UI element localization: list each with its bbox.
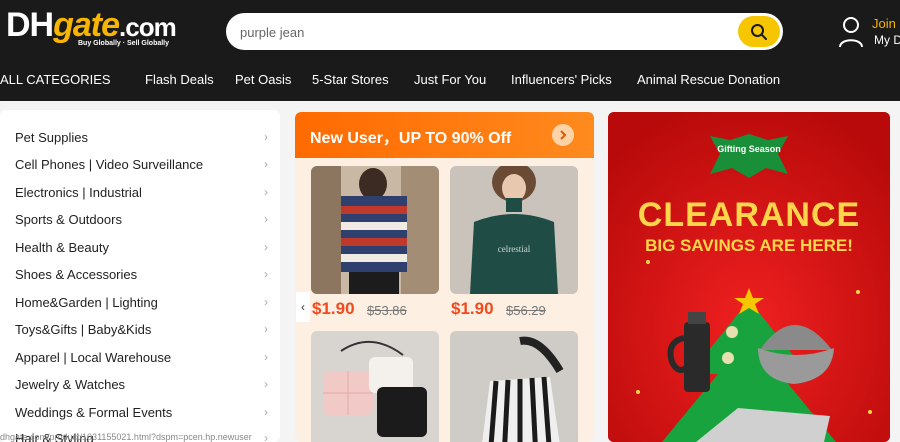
promo-header[interactable]: New User，UP TO 90% Off [295,112,594,158]
product-old-price: $53.86 [367,303,407,318]
category-item[interactable]: Shoes & Accessories › [15,267,270,289]
category-label: Electronics | Industrial [15,185,142,200]
header: DHgate.com Buy Globally · Sell Globally … [0,0,900,101]
search-button[interactable] [738,16,780,47]
carousel-prev-button[interactable]: ‹ [296,292,310,322]
clearance-subheadline: BIG SAVINGS ARE HERE! [645,236,853,255]
chevron-right-icon: › [264,130,268,144]
category-item[interactable]: Home&Garden | Lighting › [15,295,270,317]
clearance-headline: CLEARANCE [637,196,861,234]
chevron-right-icon: › [264,157,268,171]
category-item[interactable]: Weddings & Formal Events › [15,405,270,427]
search-bar [226,13,783,50]
join-link[interactable]: Join [872,16,896,31]
product-card-image[interactable] [311,166,439,294]
category-label: Apparel | Local Warehouse [15,350,172,365]
chevron-right-icon: › [264,185,268,199]
new-user-promo: New User，UP TO 90% Off ‹ $1.90 $53.86 ce… [295,112,594,442]
gifting-season-label: Gifting Season [717,144,781,154]
nav-just-for-you[interactable]: Just For You [414,72,486,87]
svg-text:celrestial: celrestial [498,244,531,254]
product-image-quilted-bags [311,331,439,442]
chevron-right-icon: › [264,212,268,226]
chevron-right-icon: › [264,267,268,281]
nav-influencers-picks[interactable]: Influencers' Picks [511,72,612,87]
account-menu[interactable]: Join My D [838,14,900,50]
category-label: Weddings & Formal Events [15,405,173,420]
chevron-right-icon: › [264,240,268,254]
category-item[interactable]: Apparel | Local Warehouse › [15,350,270,372]
nav-all-categories[interactable]: ALL CATEGORIES [0,72,111,87]
nav-pet-oasis[interactable]: Pet Oasis [235,72,291,87]
my-dhgate-link[interactable]: My D [874,33,900,47]
status-bar-url: dhgate.com/product/1031155021.html?dspm=… [0,432,252,442]
category-label: Toys&Gifts | Baby&Kids [15,322,152,337]
product-image-striped-tote [450,331,578,442]
logo-tagline: Buy Globally · Sell Globally [78,40,170,47]
category-item[interactable]: Sports & Outdoors › [15,212,270,234]
promo-title: New User，UP TO 90% Off [310,130,512,147]
category-label: Sports & Outdoors [15,212,122,227]
category-label: Cell Phones | Video Surveillance [15,157,204,172]
chevron-left-icon: ‹ [301,300,305,314]
dhgate-logo[interactable]: DHgate.com Buy Globally · Sell Globally [6,6,177,52]
chevron-right-icon: › [264,350,268,364]
category-sidebar: Pet Supplies › Cell Phones | Video Survei… [0,110,280,442]
category-label: Jewelry & Watches [15,377,126,392]
search-icon [751,23,767,40]
category-label: Home&Garden | Lighting [15,295,158,310]
category-label: Pet Supplies [15,130,88,145]
search-input[interactable] [240,21,720,43]
product-old-price: $56.29 [506,303,546,318]
chevron-right-icon: › [264,377,268,391]
promo-more-button[interactable] [552,124,574,146]
user-icon [839,17,863,48]
nav-animal-rescue-donation[interactable]: Animal Rescue Donation [637,72,780,87]
category-item[interactable]: Jewelry & Watches › [15,377,270,399]
chevron-right-icon [560,130,567,140]
category-item[interactable]: Health & Beauty › [15,240,270,262]
category-label: Shoes & Accessories [15,267,138,282]
main-nav: ALL CATEGORIES Flash Deals Pet Oasis 5-S… [0,68,900,96]
logo-wordmark: DHgate.com [6,6,177,44]
category-item[interactable]: Cell Phones | Video Surveillance › [15,157,270,179]
product-price: $1.90 [451,299,494,318]
nav-flash-deals[interactable]: Flash Deals [145,72,214,87]
product-card-image[interactable]: celrestial [450,166,578,294]
product-price: $1.90 [312,299,355,318]
category-item[interactable]: Electronics | Industrial › [15,185,270,207]
product-card-image[interactable] [450,331,578,442]
product-image-striped-sweater [311,166,439,294]
product-image-green-turtleneck: celrestial [450,166,578,294]
category-item[interactable]: Pet Supplies › [15,130,270,152]
chevron-right-icon: › [264,295,268,309]
chevron-right-icon: › [264,322,268,336]
product-card-image[interactable] [311,331,439,442]
category-label: Health & Beauty [15,240,109,255]
holly-leaf-icon [710,134,788,178]
clearance-banner[interactable]: Gifting Season CLEARANCE BIG SAVINGS ARE… [608,112,890,442]
category-item[interactable]: Toys&Gifts | Baby&Kids › [15,322,270,344]
gifting-season-badge: Gifting Season [708,130,790,180]
chevron-right-icon: › [264,405,268,419]
nav-5-star-stores[interactable]: 5-Star Stores [312,72,389,87]
